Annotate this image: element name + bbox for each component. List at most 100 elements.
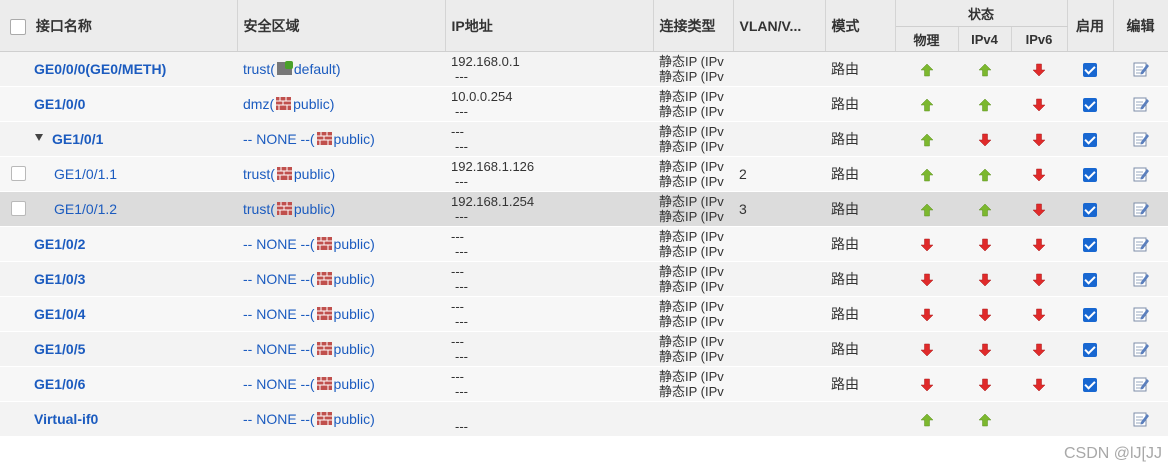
col-header-mode[interactable]: 模式 xyxy=(825,0,896,52)
col-header-name[interactable]: 接口名称 xyxy=(0,0,238,52)
table-row[interactable]: GE1/0/5 -- NONE --(public) --- --- 静态IP (IPv… xyxy=(0,331,1168,367)
zone-cell[interactable]: trust(public) xyxy=(237,191,445,227)
interface-name-cell[interactable]: GE1/0/0 xyxy=(0,86,237,122)
edit-icon[interactable] xyxy=(1132,60,1150,77)
enable-cell[interactable] xyxy=(1067,366,1114,402)
interface-name-cell[interactable]: GE0/0/0(GE0/METH) xyxy=(0,51,237,87)
interface-name-link[interactable]: Virtual-if0 xyxy=(34,411,98,427)
interface-name-link[interactable]: GE1/0/2 xyxy=(34,236,85,252)
enable-checkbox[interactable] xyxy=(1083,343,1098,358)
interface-name-link[interactable]: GE1/0/1.1 xyxy=(54,166,117,182)
interface-name-link[interactable]: GE1/0/5 xyxy=(34,341,85,357)
edit-cell[interactable] xyxy=(1113,191,1168,227)
interface-name-link[interactable]: GE1/0/1.2 xyxy=(54,201,117,217)
col-header-enable[interactable]: 启用 xyxy=(1067,0,1114,52)
zone-cell[interactable]: trust(default) xyxy=(237,51,445,87)
col-header-zone[interactable]: 安全区域 xyxy=(237,0,446,52)
interface-name-cell[interactable]: GE1/0/4 xyxy=(0,296,237,332)
enable-checkbox[interactable] xyxy=(1083,308,1098,323)
table-row[interactable]: GE1/0/4 -- NONE --(public) --- --- 静态IP (IPv… xyxy=(0,296,1168,332)
edit-cell[interactable] xyxy=(1113,401,1168,437)
table-row[interactable]: GE1/0/1 -- NONE --(public) --- --- 静态IP (IPv… xyxy=(0,121,1168,157)
zone-cell[interactable]: -- NONE --(public) xyxy=(237,331,445,367)
table-row[interactable]: GE1/0/2 -- NONE --(public) --- --- 静态IP (IPv… xyxy=(0,226,1168,262)
enable-checkbox[interactable] xyxy=(1083,238,1098,253)
enable-cell[interactable] xyxy=(1067,51,1114,87)
edit-cell[interactable] xyxy=(1113,296,1168,332)
enable-checkbox[interactable] xyxy=(1083,63,1098,78)
enable-checkbox[interactable] xyxy=(1083,98,1098,113)
edit-icon[interactable] xyxy=(1132,130,1150,147)
interface-name-cell[interactable]: GE1/0/2 xyxy=(0,226,237,262)
zone-cell[interactable]: -- NONE --(public) xyxy=(237,366,445,402)
edit-icon[interactable] xyxy=(1132,95,1150,112)
table-row[interactable]: GE1/0/0 dmz(public) 10.0.0.254 --- 静态IP (IPv… xyxy=(0,86,1168,122)
enable-cell[interactable] xyxy=(1067,401,1114,437)
interface-name-cell[interactable]: GE1/0/5 xyxy=(0,331,237,367)
enable-cell[interactable] xyxy=(1067,226,1114,262)
table-row[interactable]: GE1/0/6 -- NONE --(public) --- --- 静态IP (IPv… xyxy=(0,366,1168,402)
table-row[interactable]: Virtual-if0 -- NONE --(public) --- xyxy=(0,401,1168,437)
edit-icon[interactable] xyxy=(1132,340,1150,357)
edit-icon[interactable] xyxy=(1132,305,1150,322)
edit-icon[interactable] xyxy=(1132,200,1150,217)
interface-name-link[interactable]: GE1/0/0 xyxy=(34,96,85,112)
interface-name-link[interactable]: GE1/0/3 xyxy=(34,271,85,287)
interface-name-link[interactable]: GE1/0/1 xyxy=(52,131,103,147)
interface-name-link[interactable]: GE1/0/4 xyxy=(34,306,85,322)
enable-checkbox[interactable] xyxy=(1083,378,1098,393)
edit-cell[interactable] xyxy=(1113,156,1168,192)
zone-cell[interactable]: -- NONE --(public) xyxy=(237,226,445,262)
enable-cell[interactable] xyxy=(1067,261,1114,297)
up-arrow-icon xyxy=(895,51,958,87)
edit-cell[interactable] xyxy=(1113,366,1168,402)
enable-cell[interactable] xyxy=(1067,296,1114,332)
enable-cell[interactable] xyxy=(1067,156,1114,192)
row-checkbox[interactable] xyxy=(11,166,26,181)
interface-name-link[interactable]: GE0/0/0(GE0/METH) xyxy=(34,61,166,77)
interface-name-cell[interactable]: GE1/0/3 xyxy=(0,261,237,297)
edit-icon[interactable] xyxy=(1132,410,1150,427)
enable-checkbox[interactable] xyxy=(1083,133,1098,148)
zone-cell[interactable]: -- NONE --(public) xyxy=(237,121,445,157)
edit-icon[interactable] xyxy=(1132,375,1150,392)
zone-cell[interactable]: -- NONE --(public) xyxy=(237,296,445,332)
edit-cell[interactable] xyxy=(1113,121,1168,157)
interface-name-cell[interactable]: Virtual-if0 xyxy=(0,401,237,437)
select-all-checkbox[interactable] xyxy=(10,18,26,35)
edit-icon[interactable] xyxy=(1132,165,1150,182)
enable-cell[interactable] xyxy=(1067,121,1114,157)
row-checkbox[interactable] xyxy=(11,201,26,216)
edit-icon[interactable] xyxy=(1132,270,1150,287)
mode-cell: 路由 xyxy=(825,86,895,122)
table-row[interactable]: GE1/0/1.1 trust(public) 192.168.1.126 --- 静态… xyxy=(0,156,1168,192)
edit-cell[interactable] xyxy=(1113,86,1168,122)
enable-cell[interactable] xyxy=(1067,86,1114,122)
enable-checkbox[interactable] xyxy=(1083,168,1098,183)
zone-cell[interactable]: -- NONE --(public) xyxy=(237,401,445,437)
edit-cell[interactable] xyxy=(1113,261,1168,297)
table-row[interactable]: GE0/0/0(GE0/METH) trust(default) 192.168.0… xyxy=(0,51,1168,87)
zone-cell[interactable]: dmz(public) xyxy=(237,86,445,122)
edit-cell[interactable] xyxy=(1113,226,1168,262)
interface-name-cell[interactable]: GE1/0/1 xyxy=(0,121,237,157)
table-row[interactable]: GE1/0/1.2 trust(public) 192.168.1.254 --- 静态… xyxy=(0,191,1168,227)
col-header-conn[interactable]: 连接类型 xyxy=(653,0,734,52)
enable-checkbox[interactable] xyxy=(1083,273,1098,288)
table-row[interactable]: GE1/0/3 -- NONE --(public) --- --- 静态IP (IPv… xyxy=(0,261,1168,297)
interface-name-cell[interactable]: GE1/0/1.1 xyxy=(0,156,237,192)
interface-name-link[interactable]: GE1/0/6 xyxy=(34,376,85,392)
enable-checkbox[interactable] xyxy=(1083,203,1098,218)
zone-cell[interactable]: trust(public) xyxy=(237,156,445,192)
enable-cell[interactable] xyxy=(1067,191,1114,227)
expand-triangle-icon[interactable] xyxy=(35,134,43,141)
edit-cell[interactable] xyxy=(1113,51,1168,87)
edit-icon[interactable] xyxy=(1132,235,1150,252)
interface-name-cell[interactable]: GE1/0/1.2 xyxy=(0,191,237,227)
edit-cell[interactable] xyxy=(1113,331,1168,367)
zone-cell[interactable]: -- NONE --(public) xyxy=(237,261,445,297)
enable-cell[interactable] xyxy=(1067,331,1114,367)
interface-name-cell[interactable]: GE1/0/6 xyxy=(0,366,237,402)
col-header-ip[interactable]: IP地址 xyxy=(445,0,654,52)
col-header-vlan[interactable]: VLAN/V... xyxy=(733,0,826,52)
